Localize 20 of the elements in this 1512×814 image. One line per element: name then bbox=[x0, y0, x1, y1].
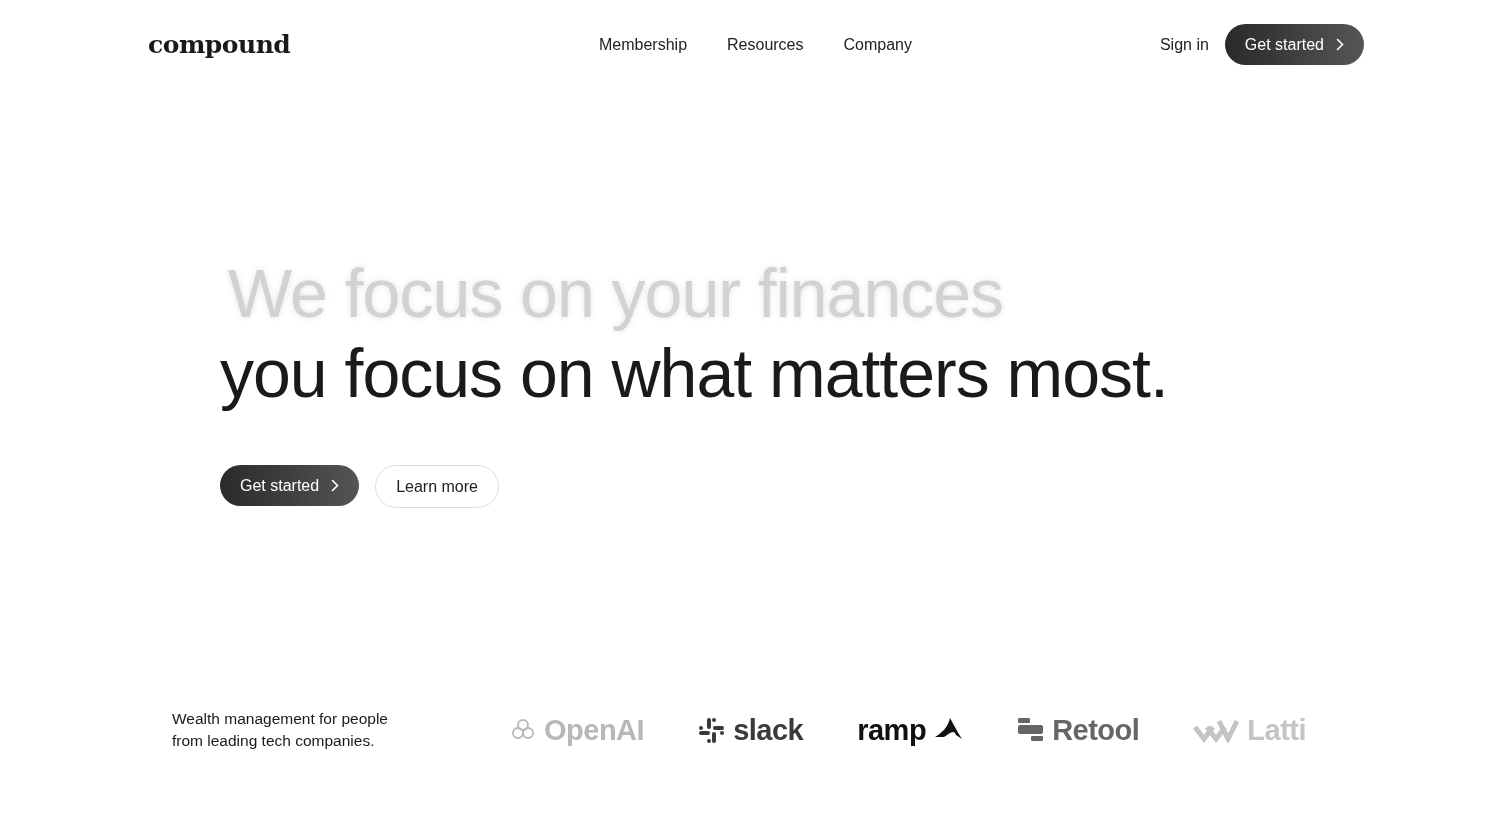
company-logo-name: ramp bbox=[857, 713, 927, 747]
nav-link[interactable]: Membership bbox=[599, 35, 688, 54]
bars-icon bbox=[1018, 718, 1045, 742]
sign-in-link[interactable]: Sign in bbox=[1159, 35, 1209, 54]
chevron-icon bbox=[331, 479, 340, 492]
get-started-button[interactable]: Get started bbox=[220, 465, 360, 506]
hero-heading: you focus on what matters most. bbox=[220, 334, 1169, 413]
hash-icon bbox=[698, 716, 726, 744]
tagline: Wealth management for people from leading tech companies. bbox=[172, 709, 389, 751]
nav-link[interactable]: Resources bbox=[727, 35, 804, 54]
chevrons-icon bbox=[1193, 717, 1240, 743]
nav-link[interactable]: Company bbox=[843, 35, 912, 54]
brand-logo[interactable]: compound bbox=[148, 30, 599, 59]
get-started-button[interactable]: Get started bbox=[1224, 24, 1364, 65]
company-logo-name: slack bbox=[733, 713, 804, 747]
chevron-icon bbox=[1336, 38, 1344, 51]
company-logo-name: Retool bbox=[1052, 713, 1140, 747]
company-logo-name: OpenAI bbox=[544, 713, 645, 747]
learn-more-button[interactable]: Learn more bbox=[375, 465, 499, 508]
company-logo-name: Latti bbox=[1247, 713, 1307, 747]
